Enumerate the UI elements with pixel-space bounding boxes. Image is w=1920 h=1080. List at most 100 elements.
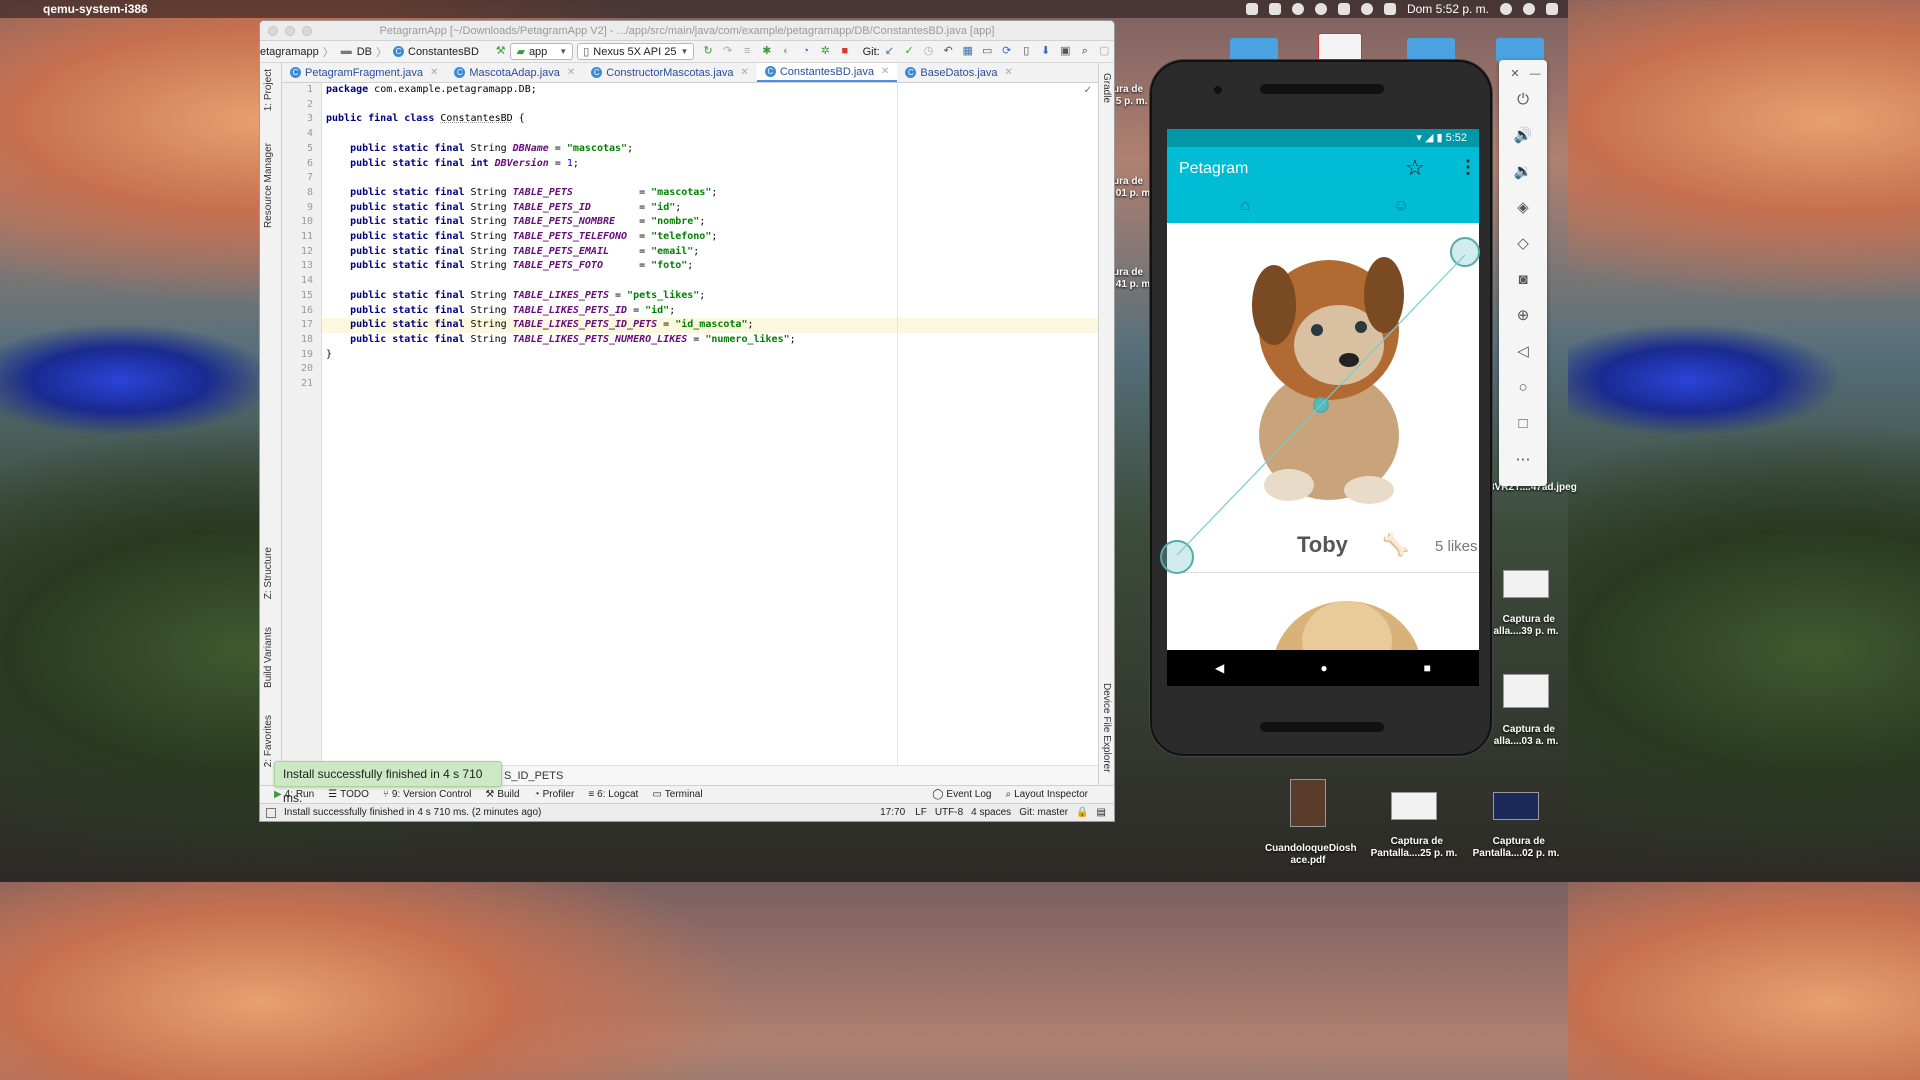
menubar-clock[interactable]: Dom 5:52 p. m.: [1407, 2, 1489, 16]
tool-window-device-file-explorer[interactable]: Device File Explorer: [1101, 683, 1112, 772]
todo-tool-button[interactable]: ☰ TODO: [328, 789, 369, 800]
attach-debugger-icon[interactable]: ✲: [820, 45, 832, 58]
more-options-icon[interactable]: ⋯: [1513, 450, 1533, 470]
desktop-item-label[interactable]: ura de .01 p. m.: [1113, 176, 1153, 200]
close-tab-icon[interactable]: ✕: [430, 67, 438, 78]
git-commit-icon[interactable]: ✓: [903, 45, 915, 58]
home-nav-icon[interactable]: ●: [1320, 661, 1327, 675]
zoom-window-button[interactable]: [302, 26, 312, 36]
overflow-menu-icon[interactable]: ⋮: [1459, 157, 1477, 178]
dropbox-icon[interactable]: [1268, 3, 1281, 15]
breadcrumb-project[interactable]: etagramapp 〉: [260, 44, 334, 60]
line-separator[interactable]: LF: [915, 807, 927, 818]
recents-nav-icon[interactable]: ■: [1424, 661, 1431, 675]
editor-tab[interactable]: C BaseDatos.java ✕: [897, 63, 1020, 82]
tool-window-structure[interactable]: Z: Structure: [263, 547, 274, 599]
git-update-icon[interactable]: ↙: [884, 45, 896, 58]
indent-setting[interactable]: 4 spaces: [971, 807, 1011, 818]
layout-inspector-tool-button[interactable]: ⌕ Layout Inspector: [1005, 789, 1088, 800]
sync-gradle-icon[interactable]: ⟳: [1001, 45, 1013, 58]
wifi-icon[interactable]: [1360, 3, 1373, 15]
minimize-emulator-icon[interactable]: —: [1525, 64, 1545, 84]
tool-window-favorites[interactable]: 2: Favorites: [263, 715, 274, 767]
inspection-ok-icon[interactable]: ✓: [1084, 85, 1092, 96]
status-icon-1[interactable]: [1245, 3, 1258, 15]
editor-tab-active[interactable]: C ConstantesBD.java ✕: [756, 63, 898, 82]
desktop-item-label[interactable]: ura de .5 p. m.: [1113, 84, 1151, 108]
desktop-file-icon[interactable]: Captura de alla....03 a. m.: [1484, 650, 1568, 748]
home-tab-icon[interactable]: ⌂: [1235, 197, 1255, 217]
project-structure-icon[interactable]: ▦: [962, 45, 974, 58]
build-tool-button[interactable]: ⚒ Build: [485, 789, 519, 800]
git-history-icon[interactable]: ◷: [923, 45, 935, 58]
tool-window-gradle[interactable]: Gradle: [1101, 73, 1112, 103]
desktop-file-icon[interactable]: CuandoloqueDiosh ace.pdf: [1258, 755, 1358, 867]
sync-icon[interactable]: [1291, 3, 1304, 15]
back-icon[interactable]: ◁: [1513, 342, 1533, 362]
device-manager-icon[interactable]: ▣: [1060, 45, 1072, 58]
terminal-icon[interactable]: ▭: [981, 45, 993, 58]
rerun-icon[interactable]: ↻: [702, 45, 714, 58]
minimize-window-button[interactable]: [285, 26, 295, 36]
close-emulator-icon[interactable]: ✕: [1505, 64, 1525, 84]
desktop-folder-icon[interactable]: [1230, 38, 1278, 62]
apply-code-changes-icon[interactable]: ≡: [741, 45, 753, 58]
close-window-button[interactable]: [268, 26, 278, 36]
breadcrumb-class[interactable]: C ConstantesBD: [393, 46, 479, 58]
dog-profile-tab-icon[interactable]: ☺: [1391, 197, 1411, 217]
desktop-folder-icon[interactable]: [1496, 38, 1544, 62]
tool-window-resource-manager[interactable]: Resource Manager: [263, 143, 274, 228]
desktop-folder-icon[interactable]: [1407, 38, 1455, 62]
memory-indicator-icon[interactable]: ▤: [1097, 807, 1106, 818]
tool-window-project[interactable]: 1: Project: [263, 69, 274, 111]
terminal-tool-button[interactable]: ▭ Terminal: [652, 789, 702, 800]
desktop-document-icon[interactable]: [1318, 33, 1362, 63]
logcat-tool-button[interactable]: ≡ 6: Logcat: [588, 789, 638, 800]
editor-tab[interactable]: C ConstructorMascotas.java ✕: [583, 63, 757, 82]
favorite-star-icon[interactable]: ☆: [1405, 155, 1425, 181]
desktop-file-icon[interactable]: Captura de alla....39 p. m.: [1484, 546, 1568, 638]
build-hammer-icon[interactable]: ⚒: [495, 45, 507, 58]
install-success-toast[interactable]: Install successfully finished in 4 s 710…: [274, 761, 502, 805]
spotlight-icon[interactable]: [1500, 3, 1512, 15]
sdk-manager-icon[interactable]: ⬇: [1040, 45, 1052, 58]
app-name[interactable]: qemu-system-i386: [43, 2, 148, 16]
event-log-tool-button[interactable]: ◯ Event Log: [932, 789, 991, 800]
cursor-position[interactable]: 17:70: [880, 807, 905, 818]
editor-tab[interactable]: C PetagramFragment.java ✕: [282, 63, 446, 82]
settings-icon[interactable]: ▢: [1099, 45, 1111, 58]
status-toggle-icon[interactable]: [266, 807, 276, 818]
file-encoding[interactable]: UTF-8: [935, 807, 963, 818]
home-icon[interactable]: ○: [1513, 378, 1533, 398]
version-control-tool-button[interactable]: ⑂ 9: Version Control: [383, 789, 472, 800]
siri-icon[interactable]: [1523, 3, 1535, 15]
revert-icon[interactable]: ↶: [942, 45, 954, 58]
lock-icon[interactable]: 🔒: [1076, 807, 1088, 818]
volume-up-icon[interactable]: 🔊: [1513, 126, 1533, 146]
rotate-left-icon[interactable]: ◈: [1513, 198, 1533, 218]
desktop-item-label[interactable]: ura de .41 p. m.: [1113, 267, 1153, 291]
profiler-tool-button[interactable]: ◔ Profiler: [534, 789, 575, 800]
screenshot-icon[interactable]: ◙: [1513, 270, 1533, 290]
search-icon[interactable]: ⌕: [1079, 45, 1091, 58]
close-tab-icon[interactable]: ✕: [1004, 67, 1012, 78]
back-nav-icon[interactable]: ◀: [1215, 661, 1224, 675]
code-editor[interactable]: 1 2 3 4 5 6 7 8 9 10 11 12 13 14 15 16 1…: [282, 83, 1098, 785]
rotate-right-icon[interactable]: ◇: [1513, 234, 1533, 254]
notification-center-icon[interactable]: [1546, 3, 1558, 15]
coverage-icon[interactable]: ◐: [781, 45, 793, 58]
close-tab-icon[interactable]: ✕: [567, 67, 575, 78]
power-icon[interactable]: ⏻: [1513, 90, 1533, 110]
device-select[interactable]: ▯ Nexus 5X API 25 ▼: [577, 43, 695, 60]
volume-down-icon[interactable]: 🔉: [1513, 162, 1533, 182]
tool-window-build-variants[interactable]: Build Variants: [263, 627, 274, 688]
breadcrumb-package[interactable]: ▬ DB 〉: [340, 44, 387, 60]
volume-icon[interactable]: [1383, 3, 1396, 15]
stop-icon[interactable]: ■: [839, 45, 851, 58]
close-tab-icon[interactable]: ✕: [740, 67, 748, 78]
desktop-file-icon[interactable]: Captura de Pantalla....25 p. m.: [1364, 768, 1464, 860]
apply-changes-icon[interactable]: ↷: [722, 45, 734, 58]
run-config-select[interactable]: ▰ app ▼: [510, 43, 574, 60]
status-message[interactable]: Install successfully finished in 4 s 710…: [284, 807, 541, 818]
git-branch[interactable]: Git: master: [1019, 807, 1068, 818]
